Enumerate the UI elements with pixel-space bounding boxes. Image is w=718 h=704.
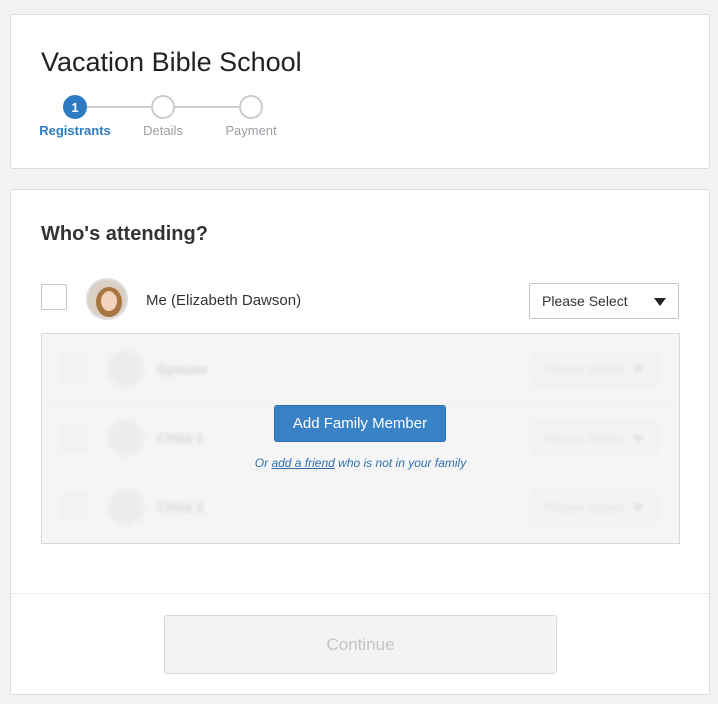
child-1-name: Child 1 [157,430,204,446]
child-2-role-select: Please Select [532,490,657,524]
person-icon [108,489,144,525]
step-label-details: Details [143,123,183,138]
progress-stepper: 1 Registrants Details Payment [11,93,331,153]
caret-down-icon [632,504,644,512]
registrant-row-me: Me (Elizabeth Dawson) Please Select [41,278,681,326]
page-title: Vacation Bible School [41,47,302,77]
me-role-select-value: Please Select [542,293,628,309]
child-2-checkbox [61,494,87,520]
family-members-panel: Spouse Please Select Child 1 Please Sele… [41,333,680,544]
step-1-indicator[interactable]: 1 [63,95,87,119]
me-role-select[interactable]: Please Select [529,283,679,319]
avatar [86,278,128,320]
step-label-registrants[interactable]: Registrants [25,123,125,138]
profile-photo-icon [88,280,126,318]
spouse-select-value: Please Select [545,361,625,377]
family-row-child-2: Child 2 Please Select [42,472,679,541]
child-1-role-select: Please Select [532,421,657,455]
caret-down-icon [632,366,644,374]
friend-prefix: Or [254,456,269,470]
step-connector [87,106,161,108]
footer-divider [11,593,709,594]
child-2-name: Child 2 [157,499,204,515]
registrants-card: Who's attending? Me (Elizabeth Dawson) P… [10,189,710,695]
child-1-checkbox [61,425,87,451]
person-icon [108,420,144,456]
step-3-indicator [239,95,263,119]
add-family-member-button[interactable]: Add Family Member [274,405,446,442]
me-name: Me (Elizabeth Dawson) [146,292,302,309]
child-2-select-value: Please Select [545,499,625,515]
step-label-payment: Payment [225,123,277,138]
family-row-spouse: Spouse Please Select [42,334,679,403]
attending-heading: Who's attending? [41,223,208,245]
spouse-name: Spouse [157,361,208,377]
friend-suffix: who is not in your family [338,456,467,470]
step-2-indicator [151,95,175,119]
add-friend-link[interactable]: add a friend [271,456,334,470]
spouse-checkbox [61,356,87,382]
person-icon [108,351,144,387]
continue-button[interactable]: Continue [164,615,557,674]
child-1-select-value: Please Select [545,430,625,446]
caret-down-icon [654,298,666,306]
header-card: Vacation Bible School 1 Registrants Deta… [10,14,710,169]
add-friend-text: Or add a friend who is not in your famil… [42,456,679,470]
caret-down-icon [632,435,644,443]
spouse-role-select: Please Select [532,352,657,386]
me-checkbox[interactable] [41,284,67,310]
